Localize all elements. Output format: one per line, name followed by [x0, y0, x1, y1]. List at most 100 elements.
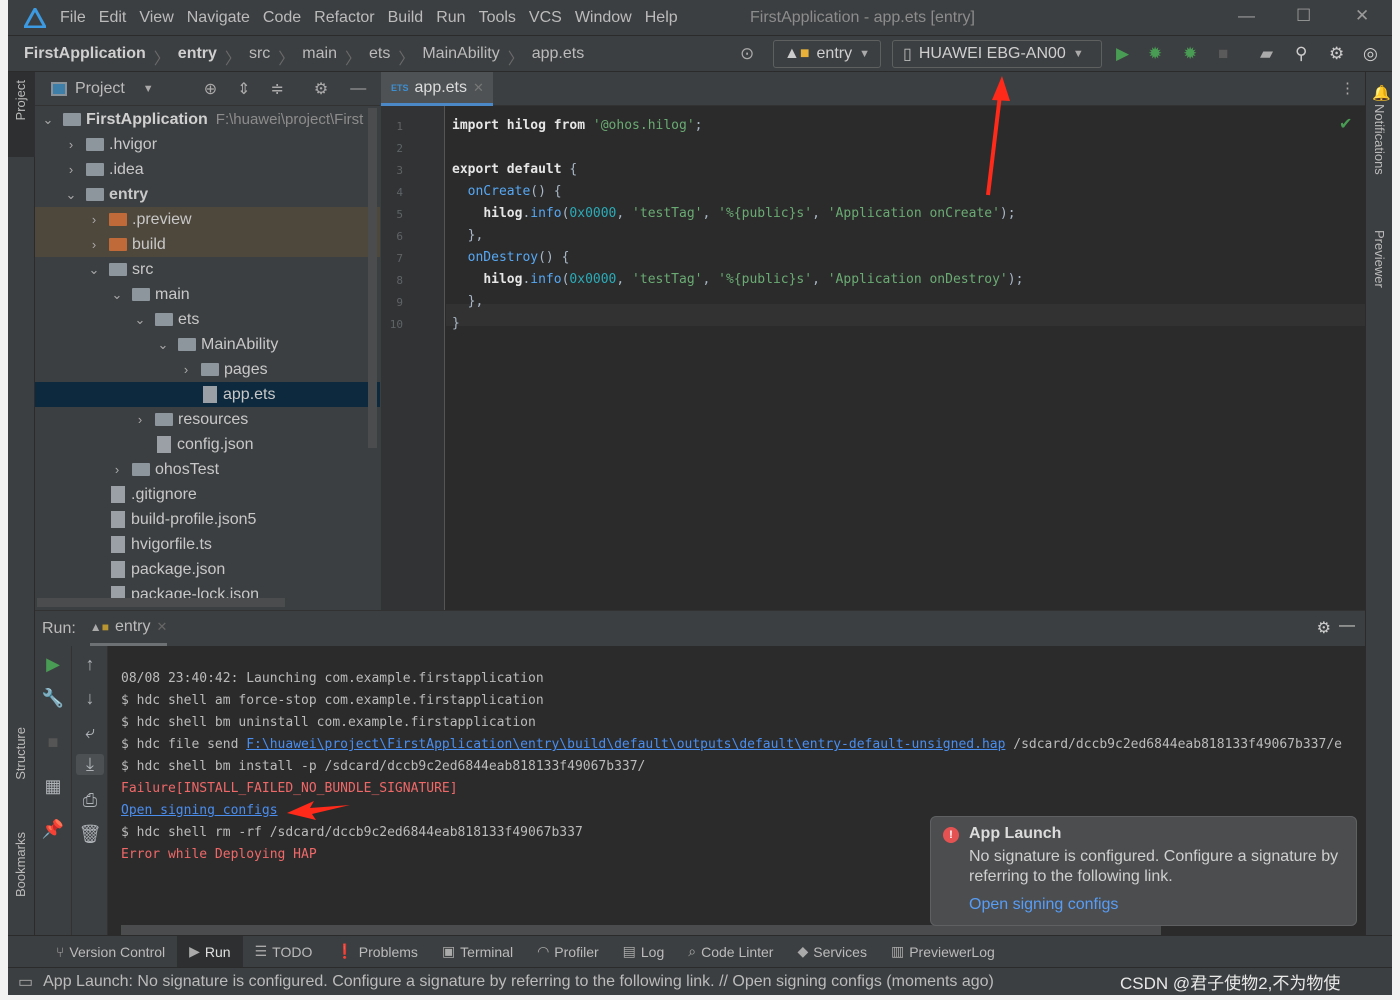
rerun-icon[interactable]: ▶: [35, 654, 71, 675]
tree-item[interactable]: › ohosTest: [35, 457, 380, 482]
tree-item[interactable]: › build: [35, 232, 380, 257]
gear-icon[interactable]: ⚙: [1317, 618, 1331, 638]
menu-code[interactable]: Code: [263, 9, 301, 26]
breadcrumb-item[interactable]: src: [249, 45, 270, 69]
wrench-icon[interactable]: 🔧: [35, 688, 71, 709]
account-icon[interactable]: ◎: [1363, 44, 1378, 64]
hide-icon[interactable]: —: [1339, 617, 1355, 635]
previewer-side-tab[interactable]: Previewer: [1372, 230, 1387, 288]
breadcrumb-item[interactable]: FirstApplication: [24, 45, 146, 69]
more-options-icon[interactable]: ⋮: [1340, 79, 1355, 97]
menu-help[interactable]: Help: [645, 9, 678, 26]
chevron-right-icon[interactable]: ›: [87, 212, 101, 227]
stop-icon[interactable]: ■: [35, 732, 71, 753]
tree-item[interactable]: ⌄ entry: [35, 182, 380, 207]
open-signing-configs-link[interactable]: Open signing configs: [969, 896, 1344, 914]
tree-item[interactable]: config.json: [35, 432, 380, 457]
tree-item[interactable]: › .idea: [35, 157, 380, 182]
close-tab-icon[interactable]: ✕: [473, 80, 484, 96]
bottom-tab-todo[interactable]: ☰ TODO: [243, 936, 325, 968]
chevron-down-icon[interactable]: ▼: [143, 83, 154, 95]
run-config-select[interactable]: ▲■ entry ▼: [773, 40, 881, 68]
menu-refactor[interactable]: Refactor: [314, 9, 374, 26]
status-message[interactable]: App Launch: No signature is configured. …: [43, 973, 994, 991]
chevron-down-icon[interactable]: ⌄: [156, 337, 170, 353]
expand-all-icon[interactable]: ⇕: [237, 79, 250, 99]
bottom-tab-run[interactable]: ▶ Run: [177, 935, 243, 968]
bottom-tab-terminal[interactable]: ▣ Terminal: [430, 936, 525, 968]
chevron-right-icon[interactable]: ›: [87, 237, 101, 252]
chevron-right-icon[interactable]: ›: [133, 412, 147, 427]
layout-icon[interactable]: ▦: [35, 776, 71, 797]
close-window-button[interactable]: ✕: [1355, 6, 1369, 26]
gear-icon[interactable]: ⚙: [314, 79, 328, 99]
menu-window[interactable]: Window: [575, 9, 632, 26]
arrow-up-icon[interactable]: ↑: [72, 654, 108, 675]
breadcrumb-item[interactable]: app.ets: [532, 45, 584, 69]
tree-item[interactable]: ⌄ MainAbility: [35, 332, 380, 357]
hap-path-link[interactable]: F:\huawei\project\FirstApplication\entry…: [246, 737, 1005, 752]
chevron-down-icon[interactable]: ⌄: [87, 262, 101, 278]
select-opened-file-icon[interactable]: ⊕: [204, 79, 217, 99]
chevron-right-icon[interactable]: ›: [179, 362, 193, 377]
collapse-all-icon[interactable]: ≑: [271, 79, 284, 99]
tree-item[interactable]: ⌄ main: [35, 282, 380, 307]
project-view-select[interactable]: Project: [75, 80, 125, 98]
arrow-down-icon[interactable]: ↓: [72, 688, 108, 709]
tree-scrollbar[interactable]: [368, 108, 377, 448]
status-toggle-icon[interactable]: ▭: [18, 972, 33, 992]
breadcrumb-item[interactable]: entry: [178, 45, 217, 69]
tree-item[interactable]: .gitignore: [35, 482, 380, 507]
tree-item[interactable]: › resources: [35, 407, 380, 432]
bottom-tab-problems[interactable]: ❗ Problems: [324, 936, 430, 968]
chevron-right-icon[interactable]: ›: [64, 137, 78, 152]
soft-wrap-icon[interactable]: ⤶: [72, 722, 108, 743]
chevron-down-icon[interactable]: ⌄: [133, 312, 147, 328]
console-hscrollbar[interactable]: [121, 925, 1161, 935]
tree-item[interactable]: ⌄ src: [35, 257, 380, 282]
tree-item[interactable]: app.ets: [35, 382, 380, 407]
pin-icon[interactable]: 📌: [35, 819, 71, 840]
breadcrumb-item[interactable]: main: [302, 45, 337, 69]
trash-icon[interactable]: 🗑: [72, 824, 108, 845]
tree-item[interactable]: › pages: [35, 357, 380, 382]
stop-icon[interactable]: ■: [1218, 44, 1228, 64]
project-stripe-tab[interactable]: Project: [8, 72, 35, 157]
gear-icon[interactable]: ⚙: [1329, 44, 1344, 64]
menu-tools[interactable]: Tools: [479, 9, 516, 26]
menu-view[interactable]: View: [139, 9, 173, 26]
menu-file[interactable]: File: [60, 9, 86, 26]
search-icon[interactable]: ⚲: [1295, 44, 1307, 64]
device-manager-icon[interactable]: ▰: [1260, 44, 1273, 64]
chevron-right-icon[interactable]: ›: [110, 462, 124, 477]
attach-debugger-icon[interactable]: ✹: [1183, 44, 1197, 64]
menu-vcs[interactable]: VCS: [529, 9, 562, 26]
tab-app-ets[interactable]: ETS app.ets ✕: [381, 72, 493, 106]
locate-icon[interactable]: ⊙: [740, 44, 754, 64]
bottom-tab-code-linter[interactable]: ⌕ Code Linter: [676, 936, 785, 968]
open-signing-configs-console-link[interactable]: Open signing configs: [121, 803, 278, 818]
minimize-button[interactable]: —: [1238, 6, 1255, 26]
chevron-right-icon[interactable]: ›: [64, 162, 78, 177]
scroll-to-end-icon[interactable]: ⤓: [76, 754, 104, 775]
bottom-tab-profiler[interactable]: ◠ Profiler: [525, 936, 611, 968]
menu-run[interactable]: Run: [436, 9, 465, 26]
tree-item[interactable]: package.json: [35, 557, 380, 582]
tree-item[interactable]: › .hvigor: [35, 132, 380, 157]
bookmarks-side-tab[interactable]: Bookmarks: [13, 832, 28, 897]
device-select[interactable]: ▯ HUAWEI EBG-AN00 ▼: [892, 40, 1102, 68]
notifications-side-tab[interactable]: Notifications: [1372, 104, 1387, 175]
menu-navigate[interactable]: Navigate: [187, 9, 250, 26]
tree-item[interactable]: hvigorfile.ts: [35, 532, 380, 557]
run-tab-entry[interactable]: ▲■ entry ✕: [89, 611, 168, 646]
tree-item[interactable]: ⌄ ets: [35, 307, 380, 332]
run-button[interactable]: ▶: [1116, 44, 1129, 64]
bottom-tab-version-control[interactable]: ⑂ Version Control: [44, 936, 177, 968]
breadcrumb-item[interactable]: ets: [369, 45, 390, 69]
bottom-tab-log[interactable]: ▤ Log: [611, 936, 677, 968]
bottom-tab-services[interactable]: ◆ Services: [785, 936, 878, 968]
notifications-bell-icon[interactable]: 🔔: [1372, 84, 1391, 102]
tree-item[interactable]: › .preview: [35, 207, 380, 232]
breadcrumb-item[interactable]: MainAbility: [422, 45, 499, 69]
maximize-button[interactable]: ☐: [1296, 6, 1311, 26]
